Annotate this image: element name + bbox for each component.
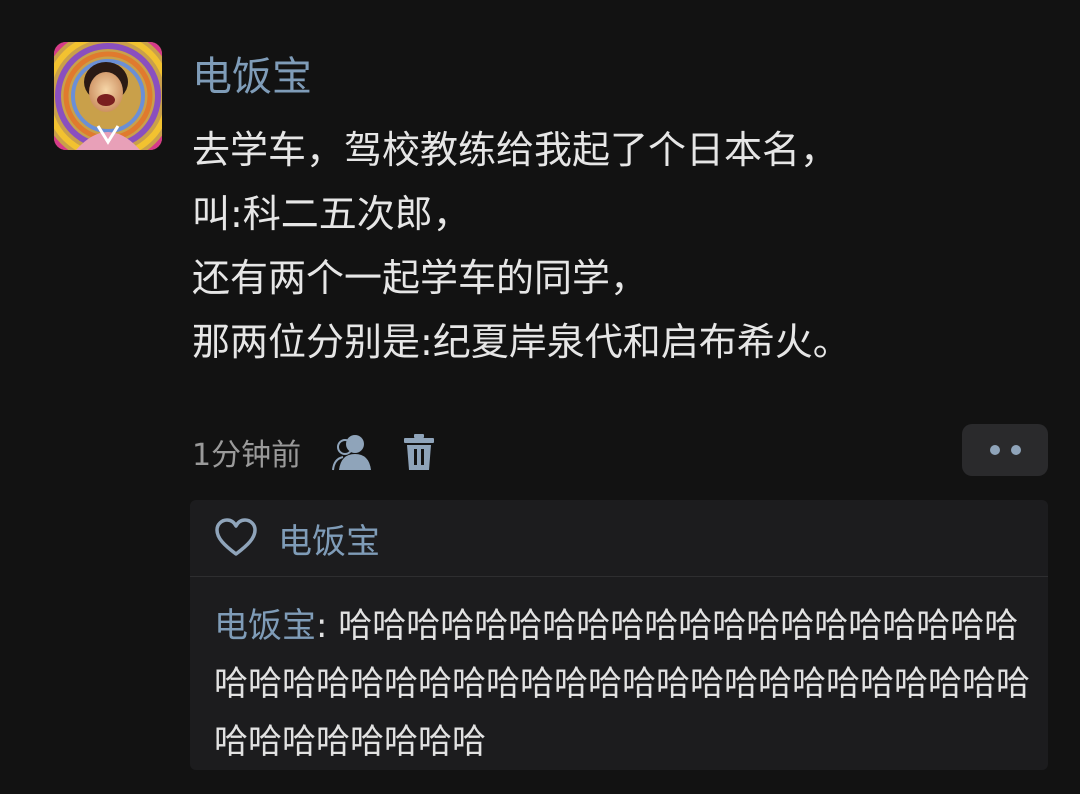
post-line: 去学车，驾校教练给我起了个日本名，: [192, 128, 839, 172]
more-icon: [989, 445, 1000, 455]
heart-icon[interactable]: [214, 518, 258, 558]
post-line: 还有两个一起学车的同学，: [192, 256, 649, 300]
reply-separator: :: [316, 606, 339, 646]
post-body: 去学车，驾校教练给我起了个日本名， 叫:科二五次郎， 还有两个一起学车的同学， …: [192, 118, 1052, 374]
interaction-panel: 电饭宝 电饭宝: 哈哈哈哈哈哈哈哈哈哈哈哈哈哈哈哈哈哈哈哈哈哈哈哈哈哈哈哈哈哈哈…: [190, 500, 1048, 770]
post-time: 1分钟前: [192, 438, 302, 473]
avatar[interactable]: [54, 42, 162, 150]
avatar-image: [54, 42, 162, 150]
like-user[interactable]: 电饭宝: [278, 514, 380, 563]
post-line: 叫:科二五次郎，: [192, 192, 471, 236]
more-button[interactable]: [962, 424, 1048, 476]
post-author[interactable]: 电饭宝: [192, 52, 312, 102]
reply-comment[interactable]: 电饭宝: 哈哈哈哈哈哈哈哈哈哈哈哈哈哈哈哈哈哈哈哈哈哈哈哈哈哈哈哈哈哈哈哈哈哈哈…: [190, 577, 1048, 771]
more-icon: [1010, 445, 1021, 455]
post-meta: 1分钟前: [192, 428, 437, 476]
reply-author[interactable]: 电饭宝: [214, 606, 316, 646]
post-line: 那两位分别是:纪夏岸泉代和启布希火。: [192, 320, 851, 364]
likes-row: 电饭宝: [190, 500, 1048, 577]
user-icon[interactable]: [331, 432, 375, 472]
trash-icon[interactable]: [401, 432, 437, 472]
